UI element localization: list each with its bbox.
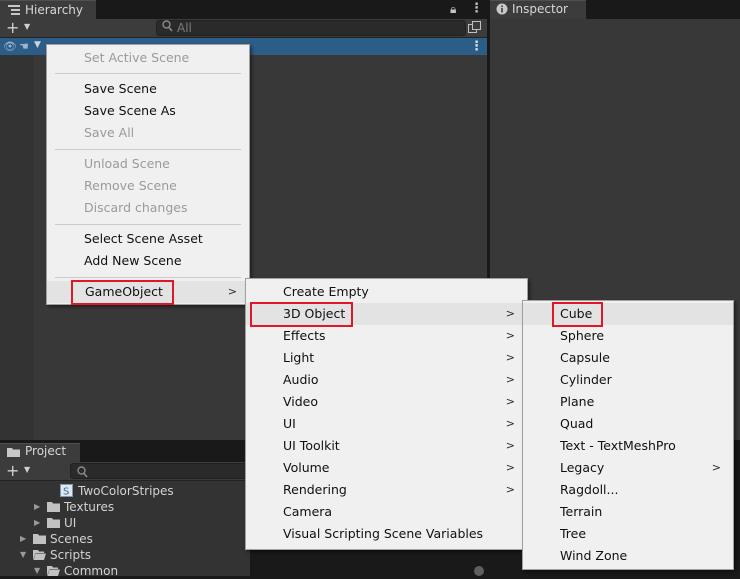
highlight-box — [552, 302, 603, 327]
chevron-right-icon: > — [505, 461, 515, 474]
hierarchy-tab-label: Hierarchy — [25, 3, 84, 17]
eye-icon[interactable]: 👁︎ — [3, 40, 17, 53]
3d-object-submenu: Cube Sphere Capsule Cylinder Plane Quad … — [522, 300, 734, 570]
chevron-right-icon: > — [505, 395, 515, 408]
menu-item-light[interactable]: Light > — [246, 347, 527, 369]
menu-item-quad[interactable]: Quad — [523, 413, 733, 435]
menu-item-cylinder[interactable]: Cylinder — [523, 369, 733, 391]
folder-icon — [33, 534, 46, 544]
more-options-icon[interactable]: ⋮ — [470, 1, 483, 16]
highlight-box — [250, 302, 353, 327]
menu-item-visual-scripting-scene-variables[interactable]: Visual Scripting Scene Variables — [246, 523, 527, 545]
search-icon — [162, 20, 173, 32]
gameobject-submenu: Create Empty 3D Object > Effects > Light > … — [245, 278, 528, 550]
menu-item-video[interactable]: Video > — [246, 391, 527, 413]
chevron-right-icon: > — [505, 373, 515, 386]
folder-open-icon — [33, 550, 46, 560]
tab-hierarchy[interactable]: Hierarchy — [0, 0, 96, 19]
lock-icon[interactable]: 🔒︎ — [450, 2, 456, 17]
svg-text:S: S — [63, 487, 69, 498]
scrollbar-thumb[interactable] — [474, 566, 484, 576]
expand-arrow-icon[interactable]: ▶ — [20, 531, 26, 547]
project-tab-label: Project — [25, 444, 67, 458]
folder-icon — [7, 448, 20, 457]
menu-item-set-active-scene[interactable]: Set Active Scene — [47, 47, 249, 69]
chevron-down-icon[interactable]: ▼ — [24, 22, 30, 31]
menu-item-save-scene-as[interactable]: Save Scene As — [47, 100, 249, 122]
expand-arrow-icon[interactable]: ▶ — [34, 499, 40, 515]
scene-more-options-icon[interactable]: ⋮ — [470, 39, 483, 54]
chevron-right-icon: > — [711, 461, 721, 474]
menu-separator — [55, 277, 241, 278]
chevron-right-icon: > — [505, 483, 515, 496]
menu-item-unload-scene[interactable]: Unload Scene — [47, 153, 249, 175]
highlight-box — [71, 280, 174, 305]
info-icon — [496, 3, 508, 15]
project-search-input[interactable] — [70, 463, 250, 479]
chevron-right-icon: > — [505, 307, 515, 320]
menu-item-ui-toolkit[interactable]: UI Toolkit > — [246, 435, 527, 457]
hierarchy-toolbar: + ▼ All — [0, 19, 487, 38]
add-icon[interactable]: + — [6, 462, 19, 480]
chevron-right-icon: > — [505, 439, 515, 452]
menu-item-ragdoll[interactable]: Ragdoll... — [523, 479, 733, 501]
menu-item-select-scene-asset[interactable]: Select Scene Asset — [47, 228, 249, 250]
chevron-right-icon: > — [505, 417, 515, 430]
menu-item-capsule[interactable]: Capsule — [523, 347, 733, 369]
menu-item-wind-zone[interactable]: Wind Zone — [523, 545, 733, 567]
search-icon — [77, 466, 88, 478]
search-placeholder: All — [177, 21, 192, 35]
expand-arrow-icon[interactable]: ▼ — [34, 40, 41, 50]
menu-item-ui[interactable]: UI > — [246, 413, 527, 435]
expand-arrow-icon[interactable]: ▶ — [34, 515, 40, 531]
folder-icon — [47, 518, 60, 528]
scene-context-menu: Set Active Scene Save Scene Save Scene A… — [46, 44, 250, 305]
collapse-arrow-icon[interactable]: ▼ — [34, 563, 40, 579]
add-icon[interactable]: + — [6, 19, 19, 37]
menu-item-save-all[interactable]: Save All — [47, 122, 249, 144]
chevron-right-icon: > — [227, 285, 237, 298]
menu-item-effects[interactable]: Effects > — [246, 325, 527, 347]
hierarchy-search-input[interactable]: All — [156, 20, 466, 36]
menu-item-create-empty[interactable]: Create Empty — [246, 281, 527, 303]
menu-item-camera[interactable]: Camera — [246, 501, 527, 523]
collapse-arrow-icon[interactable]: ▼ — [20, 547, 26, 563]
menu-item-remove-scene[interactable]: Remove Scene — [47, 175, 249, 197]
menu-separator — [55, 149, 241, 150]
chevron-right-icon: > — [505, 351, 515, 364]
menu-item-legacy[interactable]: Legacy > — [523, 457, 733, 479]
shader-file-icon: S — [60, 484, 73, 497]
menu-item-sphere[interactable]: Sphere — [523, 325, 733, 347]
menu-item-discard-changes[interactable]: Discard changes — [47, 197, 249, 219]
menu-item-tree[interactable]: Tree — [523, 523, 733, 545]
pickable-hand-icon[interactable]: ☚ — [19, 40, 29, 53]
menu-item-save-scene[interactable]: Save Scene — [47, 78, 249, 100]
filter-by-type-icon[interactable] — [468, 21, 481, 34]
folder-icon — [47, 502, 60, 512]
menu-item-audio[interactable]: Audio > — [246, 369, 527, 391]
folder-open-icon — [47, 566, 60, 576]
menu-item-terrain[interactable]: Terrain — [523, 501, 733, 523]
chevron-down-icon[interactable]: ▼ — [24, 465, 30, 474]
menu-item-volume[interactable]: Volume > — [246, 457, 527, 479]
chevron-right-icon: > — [505, 329, 515, 342]
list-icon — [8, 5, 20, 15]
menu-item-rendering[interactable]: Rendering > — [246, 479, 527, 501]
hierarchy-visibility-gutter — [0, 38, 34, 440]
menu-item-text-textmeshpro[interactable]: Text - TextMeshPro — [523, 435, 733, 457]
inspector-tab-label: Inspector — [512, 2, 568, 16]
menu-item-add-new-scene[interactable]: Add New Scene — [47, 250, 249, 272]
menu-separator — [55, 73, 241, 74]
menu-separator — [55, 224, 241, 225]
menu-item-plane[interactable]: Plane — [523, 391, 733, 413]
